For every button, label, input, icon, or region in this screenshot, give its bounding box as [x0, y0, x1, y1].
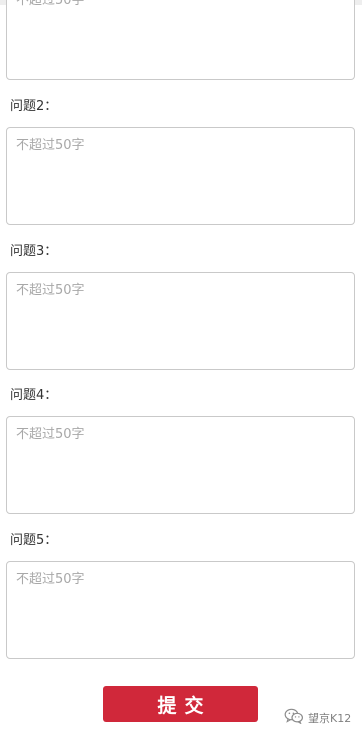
watermark-text: 望京K12: [308, 712, 352, 725]
watermark: 望京K12: [284, 708, 352, 728]
question-label-5: 问题5：: [10, 533, 58, 548]
wechat-icon: [284, 708, 304, 728]
question-label-2: 问题2：: [10, 99, 58, 114]
answer-field-1[interactable]: [6, 0, 355, 80]
question-label-3: 问题3：: [10, 244, 58, 259]
answer-field-3[interactable]: [6, 272, 355, 370]
answer-field-2[interactable]: [6, 127, 355, 225]
submit-button[interactable]: 提交: [103, 686, 258, 722]
answer-field-5[interactable]: [6, 561, 355, 659]
answer-field-4[interactable]: [6, 416, 355, 514]
question-label-4: 问题4：: [10, 388, 58, 403]
